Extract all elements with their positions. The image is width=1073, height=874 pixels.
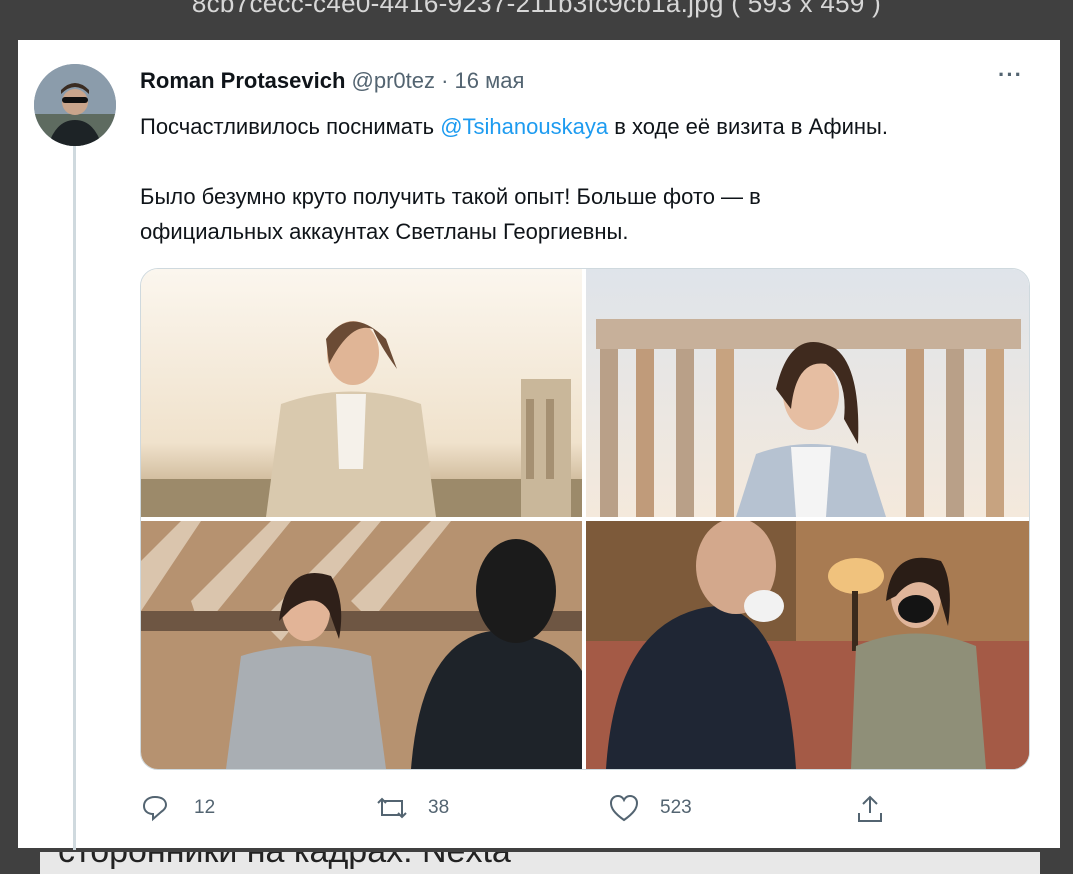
tweet-text-line-1: Посчастливилось поснимать @Tsihanouskaya… xyxy=(140,114,888,140)
photo-tile-3[interactable] xyxy=(141,521,582,769)
reply-count: 12 xyxy=(194,797,216,818)
tweet-text-part: Посчастливилось поснимать xyxy=(140,114,441,139)
tweet-header: Roman Protasevich @pr0tez · 16 мая xyxy=(140,68,524,94)
tweet-text-line-3: официальных аккаунтах Светланы Георгиевн… xyxy=(140,219,629,244)
photo-tile-4[interactable] xyxy=(586,521,1029,769)
avatar[interactable] xyxy=(34,64,116,146)
photo-tile-2[interactable] xyxy=(586,269,1029,517)
like-icon xyxy=(609,794,639,822)
background-page-text: сторонники на кадрах: Nexta xyxy=(58,852,511,871)
photo-tile-1[interactable] xyxy=(141,269,582,517)
tweet-text-part: в ходе её визита в Афины. xyxy=(608,114,888,139)
author-handle-date[interactable]: @pr0tez · 16 мая xyxy=(352,68,525,93)
mention-link[interactable]: @Tsihanouskaya xyxy=(440,114,608,139)
like-count: 523 xyxy=(660,797,692,818)
share-icon xyxy=(858,795,882,822)
photo-grid xyxy=(140,268,1030,770)
author-name[interactable]: Roman Protasevich xyxy=(140,68,345,93)
background-page-strip: сторонники на кадрах: Nexta xyxy=(40,852,1040,874)
retweet-icon xyxy=(377,797,407,819)
reply-icon xyxy=(142,795,168,822)
tweet-text-line-2: Было безумно круто получить такой опыт! … xyxy=(140,184,761,209)
retweet-count: 38 xyxy=(428,797,450,818)
image-viewer-title: 8cb7cecc-c4e0-4416-9237-211b3fc9cb1a.jpg… xyxy=(191,0,882,18)
thread-line xyxy=(73,110,76,850)
more-icon[interactable]: ··· xyxy=(998,62,1023,88)
